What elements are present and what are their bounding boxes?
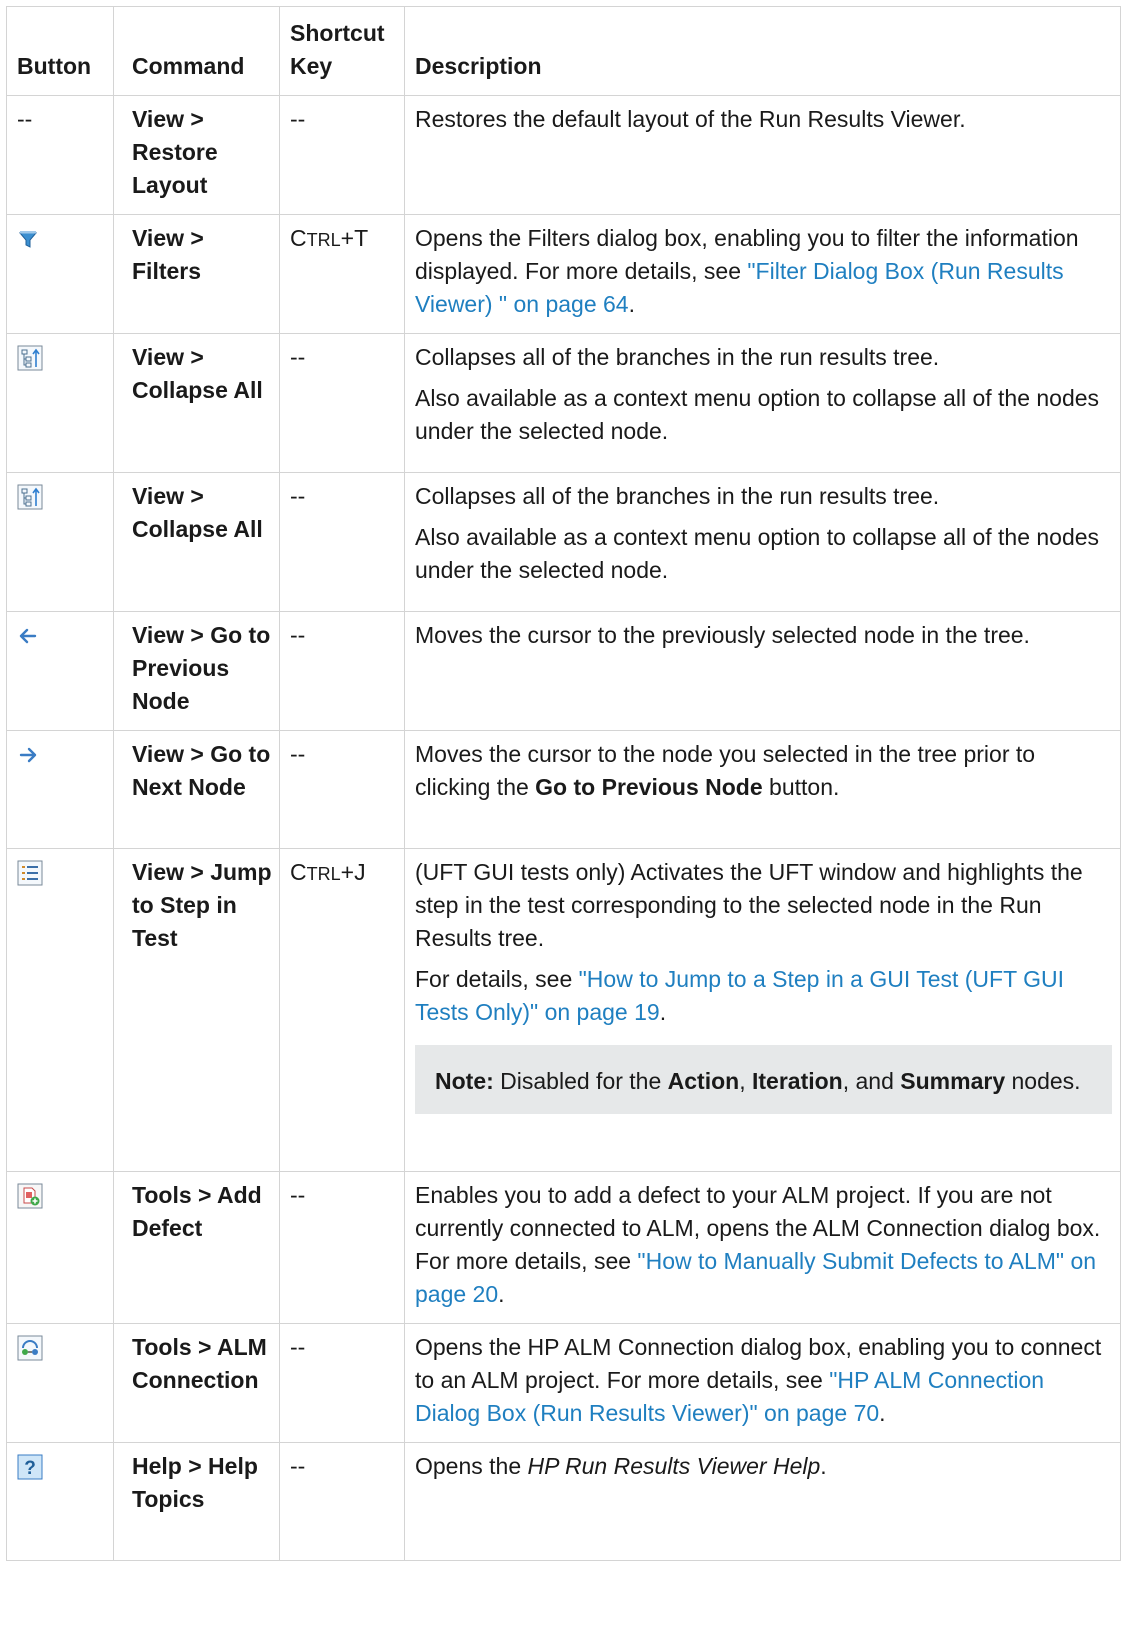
svg-text:?: ?: [24, 1458, 36, 1479]
description-cell: Moves the cursor to the node you selecte…: [404, 730, 1121, 849]
commands-table: Button Command Shortcut Key Description -…: [6, 6, 1121, 1561]
command-cell: View > Go to Next Node: [113, 730, 280, 849]
description-cell: Enables you to add a defect to your ALM …: [404, 1171, 1121, 1324]
header-row: Button Command Shortcut Key Description: [6, 6, 1121, 96]
table-row: View > Jump to Step in Test CTRL+J (UFT …: [6, 848, 1121, 1172]
alm-connection-icon[interactable]: [17, 1335, 43, 1370]
button-cell: [6, 333, 114, 473]
table-row: View > Filters CTRL+T Opens the Filters …: [6, 214, 1121, 334]
command-cell: Help > Help Topics: [113, 1442, 280, 1561]
description-cell: Collapses all of the branches in the run…: [404, 333, 1121, 473]
header-button: Button: [6, 6, 114, 96]
command-cell: View > Collapse All: [113, 472, 280, 612]
shortcut-cell: --: [279, 1442, 405, 1561]
description-cell: Opens the HP ALM Connection dialog box, …: [404, 1323, 1121, 1443]
button-cell: [6, 1171, 114, 1324]
button-cell: [6, 214, 114, 334]
arrow-right-icon[interactable]: [17, 742, 39, 775]
table-row: View > Go to Next Node -- Moves the curs…: [6, 730, 1121, 849]
table-row: View > Collapse All -- Collapses all of …: [6, 472, 1121, 612]
command-cell: Tools > Add Defect: [113, 1171, 280, 1324]
help-icon[interactable]: ?: [17, 1454, 43, 1489]
command-cell: View > Go to Previous Node: [113, 611, 280, 731]
note-box: Note: Disabled for the Action, Iteration…: [415, 1045, 1112, 1114]
shortcut-cell: --: [279, 730, 405, 849]
header-shortcut: Shortcut Key: [279, 6, 405, 96]
description-cell: Collapses all of the branches in the run…: [404, 472, 1121, 612]
description-cell: Opens the Filters dialog box, enabling y…: [404, 214, 1121, 334]
table-row: -- View > Restore Layout -- Restores the…: [6, 95, 1121, 215]
button-cell: [6, 1323, 114, 1443]
description-cell: (UFT GUI tests only) Activates the UFT w…: [404, 848, 1121, 1172]
description-cell: Opens the HP Run Results Viewer Help.: [404, 1442, 1121, 1561]
button-cell: --: [6, 95, 114, 215]
arrow-left-icon[interactable]: [17, 623, 39, 656]
command-cell: View > Collapse All: [113, 333, 280, 473]
description-cell: Restores the default layout of the Run R…: [404, 95, 1121, 215]
collapse-all-icon[interactable]: [17, 484, 43, 519]
add-defect-icon[interactable]: [17, 1183, 43, 1218]
table-row: ? Help > Help Topics -- Opens the HP Run…: [6, 1442, 1121, 1561]
table-row: Tools > ALM Connection -- Opens the HP A…: [6, 1323, 1121, 1443]
button-cell: [6, 848, 114, 1172]
jump-to-step-icon[interactable]: [17, 860, 43, 895]
table-row: View > Go to Previous Node -- Moves the …: [6, 611, 1121, 731]
shortcut-cell: --: [279, 1171, 405, 1324]
shortcut-cell: --: [279, 611, 405, 731]
header-command: Command: [113, 6, 280, 96]
shortcut-cell: CTRL+J: [279, 848, 405, 1172]
shortcut-cell: --: [279, 333, 405, 473]
table-row: Tools > Add Defect -- Enables you to add…: [6, 1171, 1121, 1324]
shortcut-cell: --: [279, 1323, 405, 1443]
shortcut-cell: --: [279, 472, 405, 612]
button-cell: [6, 611, 114, 731]
command-cell: Tools > ALM Connection: [113, 1323, 280, 1443]
button-cell: ?: [6, 1442, 114, 1561]
description-cell: Moves the cursor to the previously selec…: [404, 611, 1121, 731]
shortcut-cell: --: [279, 95, 405, 215]
filter-icon[interactable]: [17, 226, 39, 259]
shortcut-cell: CTRL+T: [279, 214, 405, 334]
command-cell: View > Jump to Step in Test: [113, 848, 280, 1172]
button-cell: [6, 730, 114, 849]
command-cell: View > Restore Layout: [113, 95, 280, 215]
command-cell: View > Filters: [113, 214, 280, 334]
collapse-all-icon[interactable]: [17, 345, 43, 380]
table-row: View > Collapse All -- Collapses all of …: [6, 333, 1121, 473]
header-description: Description: [404, 6, 1121, 96]
button-cell: [6, 472, 114, 612]
